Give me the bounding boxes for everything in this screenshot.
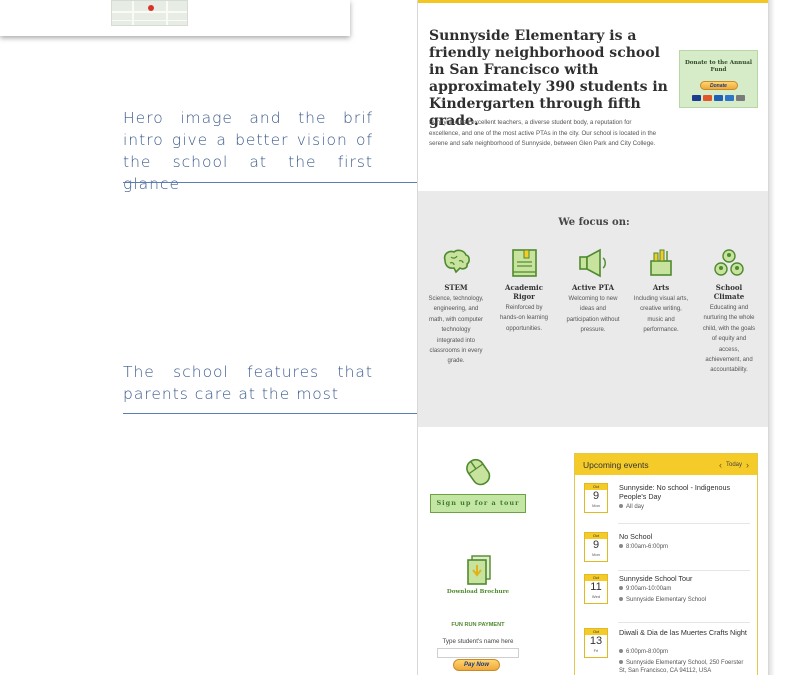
chevron-right-icon[interactable]: › xyxy=(746,460,749,470)
event-weekday: Mon xyxy=(592,552,600,557)
clock-icon xyxy=(619,544,623,549)
events-nav: ‹ Today › xyxy=(719,460,749,470)
donate-title: Donate to the Annual Fund xyxy=(684,60,753,73)
event-time: 6:00pm-8:00pm xyxy=(619,648,749,656)
event-time-text: All day xyxy=(626,504,645,510)
brain-icon xyxy=(439,247,473,279)
event-date-badge: Oct 13 Fri xyxy=(584,628,608,658)
map-card xyxy=(0,0,350,36)
top-accent-bar xyxy=(418,0,768,3)
event-location: Sunnyside Elementary School xyxy=(619,596,749,604)
events-header: Upcoming events ‹ Today › xyxy=(575,454,757,475)
feature-school-climate-name: School Climate xyxy=(713,283,745,301)
feature-academic-rigor-desc: Reinforced by hands-on learning opportun… xyxy=(499,305,549,332)
clock-icon xyxy=(619,649,623,654)
art-supplies-icon xyxy=(644,247,678,279)
map-pin-icon xyxy=(148,5,154,11)
event-date-badge: Oct 9 Mon xyxy=(584,532,608,562)
event-date-badge: Oct 9 Mon xyxy=(584,483,608,513)
feature-academic-rigor-name: Academic Rigor xyxy=(505,283,543,301)
event-title[interactable]: No School xyxy=(619,532,749,541)
intro-body: Sunnyside has excellent teachers, a dive… xyxy=(429,119,657,148)
event-time-text: 8:00am-6:00pm xyxy=(626,544,669,550)
pay-now-button[interactable]: Pay Now xyxy=(453,659,500,671)
people-icon xyxy=(712,247,746,279)
features-annotation: The school features that parents care at… xyxy=(123,363,373,403)
chevron-left-icon[interactable]: ‹ xyxy=(719,460,722,470)
event-weekday: Wed xyxy=(591,594,601,599)
feature-stem-desc: Science, technology, engineering, and ma… xyxy=(428,296,484,365)
donate-button[interactable]: Donate xyxy=(699,81,738,90)
event-time-text: 9:00am-10:00am xyxy=(626,586,672,592)
feature-active-pta: Active PTA Welcoming to new ideas and pa… xyxy=(565,247,621,336)
map-thumbnail[interactable] xyxy=(111,0,188,26)
fun-run-label: Type student's name here xyxy=(442,638,514,645)
event-location-text: Sunnyside Elementary School xyxy=(626,597,707,603)
panel-shadow xyxy=(769,0,775,675)
event-weekday: Mon xyxy=(592,503,600,508)
event-weekday: Fri xyxy=(593,648,599,653)
payment-cards-icon xyxy=(680,95,757,101)
event-day: 11 xyxy=(590,581,602,593)
feature-school-climate-desc: Educating and nurturing the whole child,… xyxy=(702,305,756,374)
feature-arts-desc: Including visual arts, creative writing,… xyxy=(633,296,689,334)
upcoming-events-widget: Upcoming events ‹ Today › Oct 9 Mon Sunn… xyxy=(574,453,758,675)
event-time-text: 6:00pm-8:00pm xyxy=(626,649,669,655)
event-title[interactable]: Sunnyside School Tour xyxy=(619,574,749,583)
feature-stem: STEM Science, technology, engineering, a… xyxy=(428,247,484,367)
feature-active-pta-name: Active PTA xyxy=(571,283,615,292)
event-day: 9 xyxy=(592,490,600,502)
feature-stem-name: STEM xyxy=(444,283,468,292)
megaphone-icon xyxy=(576,247,610,279)
event-separator xyxy=(618,622,750,623)
feature-arts: Arts Including visual arts, creative wri… xyxy=(633,247,689,336)
download-document-icon[interactable] xyxy=(464,554,494,586)
events-title: Upcoming events xyxy=(583,459,649,470)
event-day: 9 xyxy=(592,539,600,551)
event-separator xyxy=(618,570,750,571)
clock-icon xyxy=(619,504,623,509)
focus-section: We focus on: STEM Science, technology, e… xyxy=(418,191,768,427)
event-time: 8:00am-6:00pm xyxy=(619,543,749,551)
feature-academic-rigor: Academic Rigor Reinforced by hands-on le… xyxy=(496,247,552,334)
mouse-icon xyxy=(460,453,496,489)
event-day: 13 xyxy=(589,635,603,647)
download-brochure-link[interactable]: Download Brochure xyxy=(418,589,538,595)
student-name-input[interactable] xyxy=(437,648,519,658)
today-button[interactable]: Today xyxy=(726,462,742,468)
fun-run-title: FUN RUN PAYMENT xyxy=(451,622,505,628)
sign-up-tour-button[interactable]: Sign up for a tour xyxy=(430,494,526,513)
clock-icon xyxy=(619,586,623,591)
feature-arts-name: Arts xyxy=(652,283,670,292)
intro-title: Sunnyside Elementary is a friendly neigh… xyxy=(429,28,668,129)
event-title[interactable]: Diwali & Dia de las Muertes Crafts Night xyxy=(619,628,749,637)
location-pin-icon xyxy=(619,660,623,665)
event-title[interactable]: Sunnyside: No school - Indigenous People… xyxy=(619,483,749,501)
event-location-text: Sunnyside Elementary School, 250 Foerste… xyxy=(619,660,744,674)
website-preview: Sunnyside Elementary is a friendly neigh… xyxy=(417,0,769,675)
actions-section: Sign up for a tour Download Brochure FUN… xyxy=(418,427,768,675)
event-separator xyxy=(618,523,750,524)
event-location: Sunnyside Elementary School, 250 Foerste… xyxy=(619,659,749,675)
book-icon xyxy=(507,247,541,279)
donate-box: Donate to the Annual Fund Donate xyxy=(679,50,758,108)
location-pin-icon xyxy=(619,597,623,602)
focus-title: We focus on: xyxy=(558,217,630,228)
feature-active-pta-desc: Welcoming to new ideas and participation… xyxy=(566,296,620,334)
event-time: All day xyxy=(619,503,749,511)
event-date-badge: Oct 11 Wed xyxy=(584,574,608,604)
feature-school-climate: School Climate Educating and nurturing t… xyxy=(701,247,757,376)
event-time: 9:00am-10:00am xyxy=(619,585,749,593)
